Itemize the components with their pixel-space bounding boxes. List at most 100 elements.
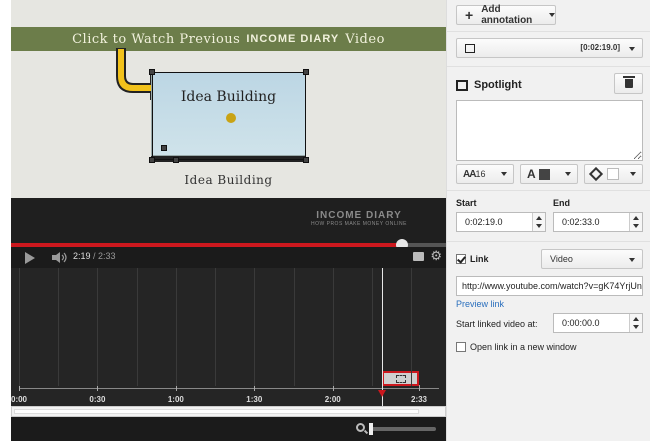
linked-start-value: 0:00:00.0 [562,318,600,328]
watermark-subtitle: HOW PROS MAKE MONEY ONLINE [311,221,407,227]
video-player[interactable]: Click to Watch Previous INCOME DIARY Vid… [11,0,446,243]
linked-start-input[interactable]: 0:00:00.0 [553,313,643,333]
timeline-ruler [19,388,439,389]
timeline-gridline [136,268,138,386]
time-separator: / [90,251,99,261]
chevron-down-icon [630,172,636,176]
end-label: End [553,198,570,208]
chevron-down-icon [549,13,555,17]
timeline-tick [419,385,420,391]
video-frame[interactable]: Click to Watch Previous INCOME DIARY Vid… [11,0,446,198]
timeline-tick-label: 0:30 [89,395,106,404]
timeline-gridline [254,268,256,386]
annotation-text-input[interactable] [456,100,643,161]
player-controls: 2:19 / 2:33 ⚙ [11,247,446,268]
text-color-icon: A [527,167,536,181]
timeline-tick-label: 0:00 [10,395,28,404]
start-time-stepper[interactable] [532,213,545,231]
annotation-select-dropdown[interactable]: [0:02:19.0] [456,38,643,58]
chevron-down-icon[interactable] [536,224,542,228]
banner-text: Click to Watch Previous [72,31,241,47]
timeline-scrollbar[interactable] [11,406,446,417]
chevron-up-icon[interactable] [633,317,639,321]
timeline-tick-label: 2:33 [410,395,428,404]
timeline-gridline [19,268,20,386]
chevron-up-icon[interactable] [633,216,639,220]
chevron-down-icon[interactable] [633,325,639,329]
link-label: Link [470,254,489,264]
background-color-swatch [607,168,619,180]
delete-annotation-button[interactable] [614,73,643,94]
resize-handle-top-right[interactable] [303,69,309,75]
resize-handle-bottom-right[interactable] [303,157,309,163]
link-checkbox-row[interactable]: Link [456,254,489,264]
annotation-type-title: Spotlight [474,79,522,91]
end-time-stepper[interactable] [629,213,642,231]
chevron-down-icon[interactable] [633,224,639,228]
timeline-annotation-block[interactable] [382,371,419,386]
move-handle[interactable] [161,145,167,151]
link-checkbox[interactable] [456,254,466,264]
chevron-down-icon [501,172,507,176]
timeline-gridline [293,268,295,386]
paint-bucket-icon [588,166,604,182]
annotations-icon[interactable] [413,252,424,261]
resize-handle-bottom-left[interactable] [149,157,155,163]
annotation-time: [0:02:19.0] [580,43,620,52]
zoom-icon [356,423,365,432]
end-time-value: 0:02:33.0 [562,217,600,227]
new-window-checkbox-row[interactable]: Open link in a new window [456,342,577,352]
resize-handle-top-left[interactable] [149,69,155,75]
start-label: Start [456,198,477,208]
spotlight-icon [456,79,468,91]
timeline-tick-label: 2:00 [324,395,341,404]
text-color-dropdown[interactable]: A [520,164,578,184]
linked-start-stepper[interactable] [629,314,642,332]
timeline-gridline [175,268,177,386]
watermark-title: INCOME DIARY [316,210,402,221]
new-window-label: Open link in a new window [470,342,577,352]
volume-icon[interactable] [51,251,69,264]
banner-brand: INCOME DIARY [246,33,340,45]
spotlight-icon [465,43,475,53]
font-size-icon: AA [463,168,476,180]
timeline-tick-label: 1:30 [246,395,263,404]
plus-icon: + [465,7,474,23]
divider [447,66,650,67]
timeline-gridline [58,268,60,386]
resize-handle-bottom[interactable] [173,157,179,163]
timeline-playhead[interactable] [378,268,387,406]
text-color-swatch [538,168,550,180]
trash-icon [622,76,635,88]
font-size-dropdown[interactable]: AA 16 [456,164,514,184]
link-type-dropdown[interactable]: Video [541,249,643,269]
play-icon[interactable] [25,252,35,264]
add-annotation-label: Add annotation [481,4,533,26]
new-window-checkbox[interactable] [456,342,466,352]
chevron-down-icon [629,258,635,262]
zoom-slider-knob[interactable] [369,423,373,435]
playhead-marker[interactable] [378,390,387,397]
timeline-gridline [215,268,217,386]
end-time-input[interactable]: 0:02:33.0 [553,212,643,232]
zoom-slider[interactable] [371,427,436,431]
spotlight-icon [395,374,406,383]
annotation-header: Spotlight [456,79,522,91]
background-color-dropdown[interactable] [584,164,643,184]
preview-link[interactable]: Preview link [456,299,504,309]
gear-icon[interactable]: ⚙ [430,249,442,262]
divider [447,241,650,242]
font-size-value: 16 [475,169,486,179]
divider [447,190,650,191]
timeline-scrollbar-thumb[interactable] [14,409,419,414]
spotlight-annotation-box[interactable] [149,69,309,163]
chevron-up-icon[interactable] [536,216,542,220]
add-annotation-button[interactable]: + Add annotation [456,4,556,26]
timeline-zoom-bar [11,417,446,441]
link-url-input[interactable]: http://www.youtube.com/watch?v=gK74YrjUn [456,276,643,296]
start-time-input[interactable]: 0:02:19.0 [456,212,546,232]
annotation-timeline[interactable]: 0:00 0:30 1:00 1:30 2:00 2:33 [11,268,446,406]
linked-start-label: Start linked video at: [456,319,538,329]
start-time-value: 0:02:19.0 [465,217,503,227]
timeline-gridline [97,268,99,386]
